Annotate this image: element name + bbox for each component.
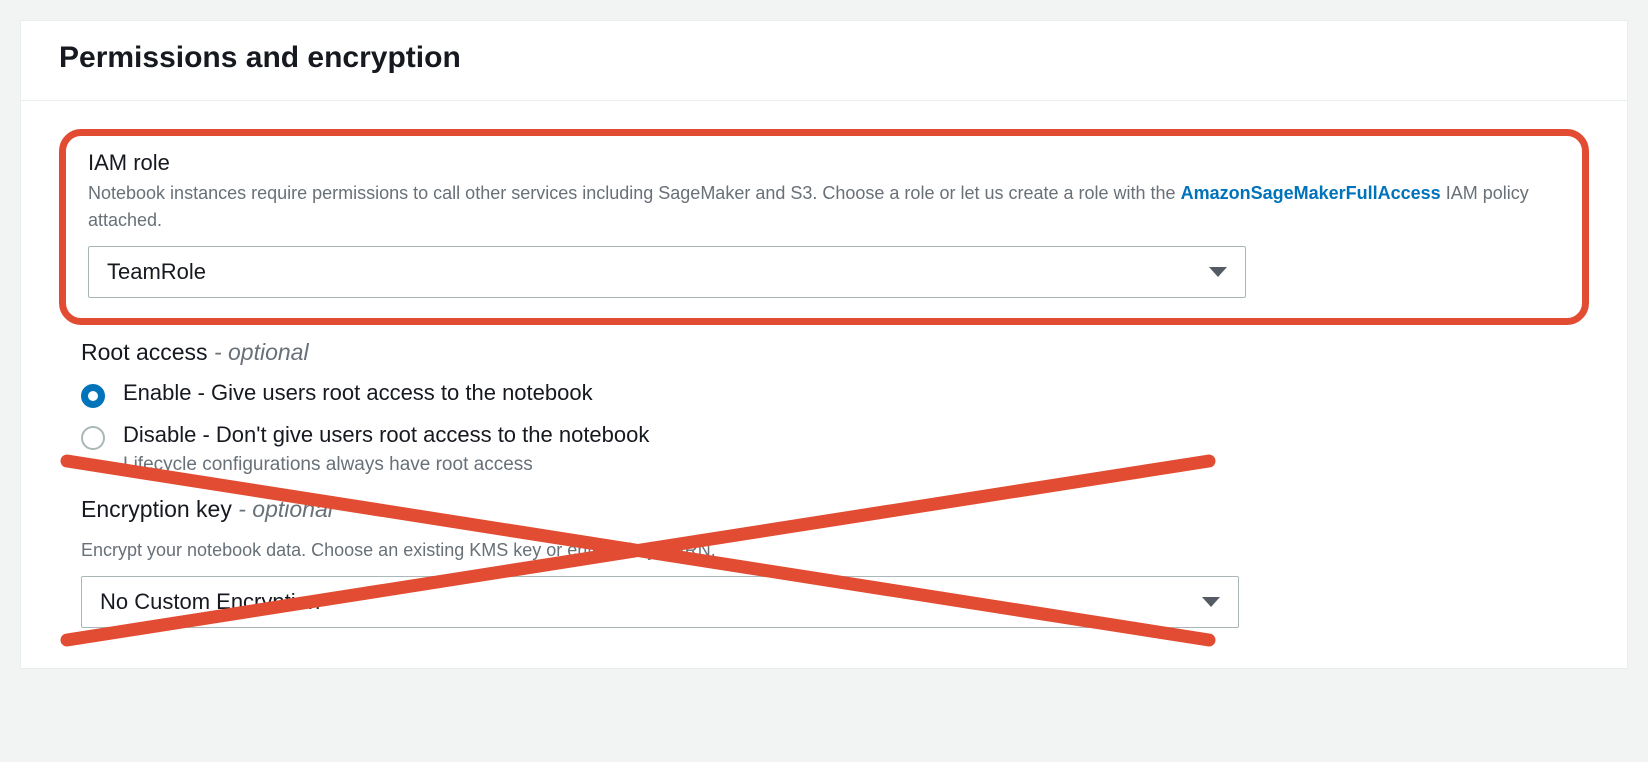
root-access-label: Root access - optional [81,339,1567,366]
encryption-key-optional: - optional [238,496,333,522]
root-access-label-text: Root access [81,339,208,365]
chevron-down-icon [1209,267,1227,277]
encryption-key-label-text: Encryption key [81,496,232,522]
iam-role-select-value: TeamRole [107,259,206,285]
iam-role-description: Notebook instances require permissions t… [88,180,1560,234]
root-access-option-enable[interactable]: Enable - Give users root access to the n… [81,380,1567,408]
iam-role-description-pre: Notebook instances require permissions t… [88,183,1181,203]
radio-disable-label: Disable - Don't give users root access t… [123,422,649,448]
encryption-key-description: Encrypt your notebook data. Choose an ex… [81,537,1567,564]
encryption-key-section: Encryption key - optional Encrypt your n… [59,496,1589,628]
panel-header: Permissions and encryption [21,21,1627,101]
chevron-down-icon [1202,597,1220,607]
radio-disable[interactable] [81,426,105,450]
panel-title: Permissions and encryption [59,41,1589,75]
encryption-key-select[interactable]: No Custom Encryption [81,576,1239,628]
iam-role-highlight-box: IAM role Notebook instances require perm… [59,129,1589,325]
encryption-key-select-value: No Custom Encryption [100,589,320,615]
permissions-encryption-panel: Permissions and encryption IAM role Note… [20,20,1628,669]
radio-enable[interactable] [81,384,105,408]
root-access-option-disable[interactable]: Disable - Don't give users root access t… [81,422,1567,476]
panel-body: IAM role Notebook instances require perm… [21,101,1627,668]
encryption-key-label: Encryption key - optional [81,496,1567,523]
root-access-radio-group: Enable - Give users root access to the n… [81,380,1567,476]
iam-role-select[interactable]: TeamRole [88,246,1246,298]
radio-enable-label: Enable - Give users root access to the n… [123,380,593,406]
root-access-section: Root access - optional Enable - Give use… [59,339,1589,476]
root-access-optional: - optional [214,339,309,365]
policy-link[interactable]: AmazonSageMakerFullAccess [1181,183,1441,203]
iam-role-label: IAM role [88,150,1560,176]
radio-disable-sub: Lifecycle configurations always have roo… [123,454,649,476]
